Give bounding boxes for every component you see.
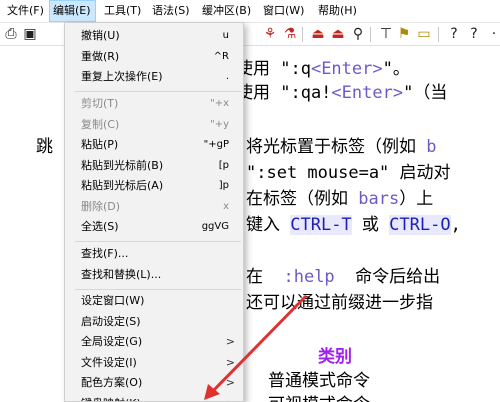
- menu-window[interactable]: 窗口(W): [260, 0, 307, 22]
- print-icon[interactable]: ⎙: [3, 26, 19, 42]
- menu-item-paste-after[interactable]: 粘贴到光标后(A)]p: [65, 176, 243, 196]
- menu-item-select-all[interactable]: 全选(S) ggVG: [65, 217, 243, 237]
- menu-item-copy: 复制(C) "+y: [81, 118, 229, 131]
- save-session-icon[interactable]: ⏏: [330, 26, 346, 42]
- save-icon[interactable]: ▣: [22, 26, 38, 42]
- editor-line: 普通模式命令: [268, 371, 370, 391]
- menu-item-settings-window[interactable]: 设定窗口(W): [65, 291, 243, 311]
- find-help-icon[interactable]: ?: [446, 26, 462, 42]
- run-script-icon[interactable]: ⚲: [350, 26, 366, 42]
- menu-item-redo[interactable]: 重做(R) ^R: [65, 47, 243, 67]
- menu-item-repeat[interactable]: 重复上次操作(E).: [65, 67, 243, 87]
- help-icon[interactable]: ▭: [416, 26, 432, 42]
- more-icon[interactable]: ·: [486, 26, 500, 42]
- editor-line: 使用 ":qa!<Enter>"（当: [236, 83, 448, 103]
- edit-menu-dropdown: 撤销(U) u 重做(R) ^R 重复上次操作(E). 剪切(T) "+x 复制(C)…: [64, 22, 244, 402]
- menu-separator: [75, 241, 241, 242]
- menu-item-delete: 删除(D) x: [81, 200, 229, 213]
- menu-item-startup-settings[interactable]: 启动设定(S): [65, 312, 243, 332]
- menu-item-cut: 剪切(T) "+x: [81, 97, 229, 110]
- editor-line: 还可以通过前缀进一步指: [246, 293, 433, 313]
- find-next-icon[interactable]: ⚗: [282, 26, 298, 42]
- submenu-arrow-icon: >: [225, 335, 235, 348]
- menu-item-undo[interactable]: 撤销(U) u: [65, 26, 243, 46]
- menu-item-color-scheme[interactable]: 配色方案(O) >: [65, 373, 243, 393]
- menu-syntax[interactable]: 语法(S): [149, 0, 193, 22]
- menu-item-paste-before[interactable]: 粘贴到光标前(B) [p: [65, 156, 243, 176]
- submenu-arrow-icon: >: [226, 394, 235, 401]
- question-icon[interactable]: ?: [466, 26, 482, 42]
- editor-line: ":set mouse=a" 启动对: [246, 163, 451, 183]
- menu-separator: [75, 289, 241, 290]
- menu-item-paste[interactable]: 粘贴(P) "+gP: [65, 135, 243, 155]
- find-replace-icon[interactable]: ⚘: [262, 26, 278, 42]
- menu-item-file-settings[interactable]: 文件设定(I) >: [65, 353, 243, 373]
- editor-line: 在 :help 命令后给出: [246, 267, 441, 287]
- menu-tools[interactable]: 工具(T): [101, 0, 144, 22]
- toolbar-separator: [438, 27, 439, 42]
- menu-edit[interactable]: 编辑(E): [49, 0, 96, 22]
- menu-separator: [75, 91, 241, 92]
- find-tag-icon[interactable]: ⚑: [396, 26, 412, 42]
- menu-help[interactable]: 帮助(H): [315, 0, 360, 22]
- submenu-arrow-icon: >: [225, 376, 235, 389]
- editor-line: 在标签（例如 bars）上: [246, 189, 434, 209]
- menu-item-find-replace[interactable]: 查找和替换(L)...: [65, 265, 243, 285]
- category-heading: 类别: [318, 347, 352, 367]
- toolbar-separator: [302, 27, 303, 42]
- toolbar-separator: [370, 27, 371, 42]
- menu-item-global-settings[interactable]: 全局设定(G) >: [65, 332, 243, 352]
- submenu-arrow-icon: >: [225, 356, 235, 369]
- editor-line: 键入 CTRL-T 或 CTRL-O,: [246, 215, 461, 235]
- editor-line: 将光标置于标签（例如 b: [246, 137, 437, 157]
- editor-line: 使用 ":q<Enter>"。: [236, 59, 410, 79]
- menu-buffers[interactable]: 缓冲区(B): [199, 0, 254, 22]
- load-session-icon[interactable]: ⏏: [310, 26, 326, 42]
- menubar: 文件(F) 编辑(E) 工具(T) 语法(S) 缓冲区(B) 窗口(W) 帮助(…: [0, 0, 500, 23]
- editor-line-prefix: 跳: [36, 137, 53, 157]
- make-icon[interactable]: ⊤: [378, 26, 394, 42]
- menu-file[interactable]: 文件(F): [4, 0, 47, 22]
- menu-item-keymap[interactable]: 键盘映射(K)>: [65, 394, 243, 401]
- menu-item-find[interactable]: 查找(F)...: [65, 244, 243, 264]
- editor-line: 可视模式命令: [268, 390, 370, 402]
